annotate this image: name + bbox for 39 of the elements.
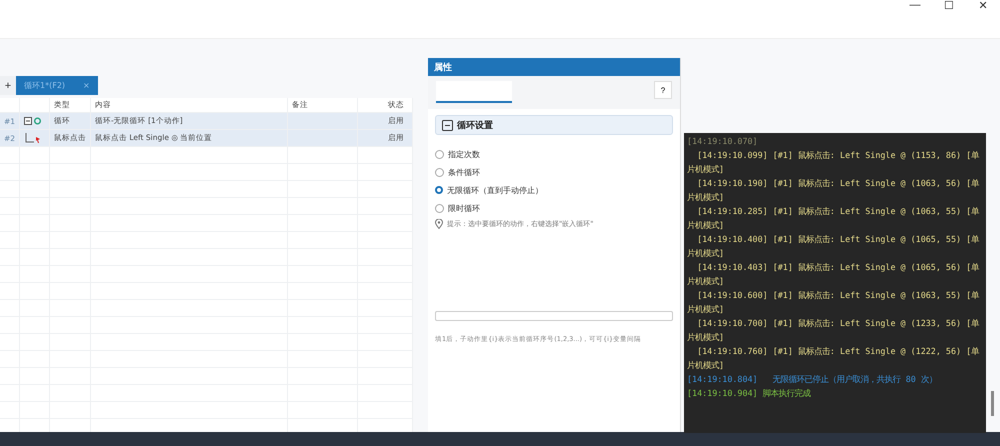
radio-label: 限时循环: [448, 202, 480, 214]
radio-label: 指定次数: [448, 148, 480, 160]
log-line: [14:19:10.285] [#1] 鼠标点击: Left Single @ (1063, 55) [单片机模式]: [687, 205, 980, 232]
tab-label: 循环1*(F2): [24, 80, 66, 91]
radio-label: 条件循环: [448, 166, 480, 178]
section-header[interactable]: 循环设置: [435, 115, 673, 135]
log-line: [14:19:10.804] 无限循环已停止（用户取消，共执行 80 次）: [687, 373, 938, 386]
radio-option[interactable]: 无限循环（直到手动停止）: [435, 181, 673, 199]
log-line: [14:19:10.700] [#1] 鼠标点击: Left Single @ (1233, 56) [单片机模式]: [687, 317, 980, 344]
radio-option[interactable]: 条件循环: [435, 163, 673, 181]
log-line: [14:19:10.099] [#1] 鼠标点击: Left Single @ (1153, 86) [单片机模式]: [687, 149, 980, 176]
log-line: [14:19:10.070]: [687, 135, 759, 148]
radio-button[interactable]: [435, 186, 443, 194]
help-button[interactable]: ?: [654, 81, 672, 99]
radio-option[interactable]: 指定次数: [435, 145, 673, 163]
collapse-icon[interactable]: [442, 120, 453, 130]
radio-button[interactable]: [435, 168, 444, 176]
maximize-button[interactable]: ☐: [932, 0, 966, 14]
scrollbar-thumb[interactable]: [991, 391, 994, 416]
loop-toggle-icon[interactable]: [24, 116, 42, 126]
location-pin-icon: [435, 219, 443, 229]
panel-title: 属性: [428, 58, 680, 76]
tree-branch-icon: [24, 132, 42, 144]
panel-tab[interactable]: [436, 81, 512, 103]
log-line: [14:19:10.600] [#1] 鼠标点击: Left Single @ (1063, 55) [单片机模式]: [687, 289, 980, 316]
radio-label: 无限循环（直到手动停止）: [447, 184, 543, 196]
input-field[interactable]: [435, 311, 673, 321]
log-line: [14:19:10.904] 脚本执行完成: [687, 387, 812, 400]
section-title: 循环设置: [457, 120, 493, 132]
radio-button[interactable]: [435, 150, 444, 158]
log-line: [14:19:10.403] [#1] 鼠标点击: Left Single @ (1065, 56) [单片机模式]: [687, 261, 980, 288]
log-line: [14:19:10.190] [#1] 鼠标点击: Left Single @ (1063, 56) [单片机模式]: [687, 177, 980, 204]
minimize-button[interactable]: —: [898, 0, 932, 14]
log-line: [14:19:10.400] [#1] 鼠标点击: Left Single @ (1065, 55) [单片机模式]: [687, 233, 980, 260]
radio-option[interactable]: 限时循环: [435, 199, 673, 217]
log-line: [14:19:10.760] [#1] 鼠标点击: Left Single @ (1222, 56) [单片机模式]: [687, 345, 980, 372]
close-button[interactable]: ✕: [966, 0, 1000, 14]
radio-button[interactable]: [435, 204, 444, 212]
add-tab-button[interactable]: +: [0, 76, 16, 95]
